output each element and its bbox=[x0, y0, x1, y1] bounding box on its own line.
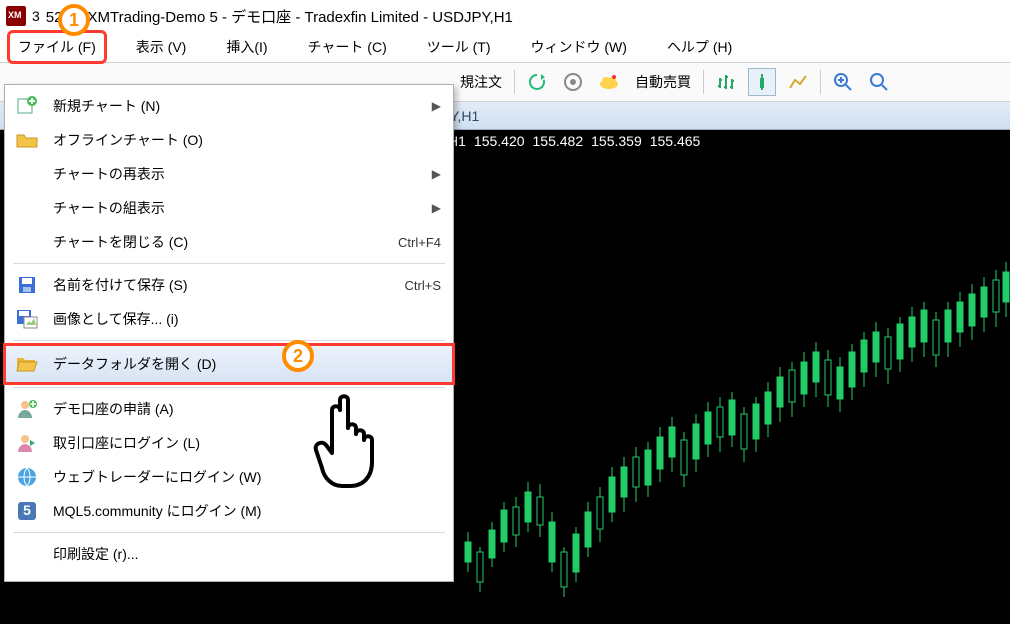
annotation-badge-2: 2 bbox=[282, 340, 314, 372]
menu-shortcut: Ctrl+S bbox=[405, 278, 441, 293]
title-prefix: 3 bbox=[32, 8, 40, 24]
menu-item-label: チャートの再表示 bbox=[53, 164, 165, 184]
menu-item-label: 取引口座にログイン (L) bbox=[53, 433, 200, 453]
hand-pointer-icon bbox=[310, 390, 390, 493]
user-login-icon bbox=[15, 431, 39, 455]
menu-item-saveas[interactable]: 名前を付けて保存 (S) Ctrl+S bbox=[5, 268, 453, 302]
menu-item-label: オフラインチャート (O) bbox=[53, 130, 203, 150]
toolbar-separator bbox=[514, 70, 515, 94]
menu-item-label: 名前を付けて保存 (S) bbox=[53, 275, 188, 295]
menu-insert[interactable]: 挿入(I) bbox=[218, 33, 275, 61]
title-text: 5273: XMTrading-Demo 5 - デモ口座 - Tradexfi… bbox=[46, 6, 513, 27]
menu-tool[interactable]: ツール (T) bbox=[419, 33, 499, 61]
menu-item-label: ウェブトレーダーにログイン (W) bbox=[53, 467, 261, 487]
toolbar-zoom-out-icon[interactable] bbox=[865, 68, 893, 96]
menu-help[interactable]: ヘルプ (H) bbox=[659, 33, 740, 61]
toolbar-zoom-in-icon[interactable] bbox=[829, 68, 857, 96]
menu-view[interactable]: 表示 (V) bbox=[128, 33, 195, 61]
toolbar-separator-2 bbox=[703, 70, 704, 94]
menu-file[interactable]: ファイル (F) bbox=[10, 33, 104, 61]
menu-item-multi[interactable]: チャートの組表示 ▶ bbox=[5, 191, 453, 225]
save-icon bbox=[15, 273, 39, 297]
title-bar: 3 5273: XMTrading-Demo 5 - デモ口座 - Tradex… bbox=[0, 0, 1010, 32]
menu-item-label: 画像として保存... (i) bbox=[53, 309, 179, 329]
toolbar-separator-3 bbox=[820, 70, 821, 94]
menu-item-offline-chart[interactable]: オフラインチャート (O) bbox=[5, 123, 453, 157]
menu-item-label: 印刷設定 (r)... bbox=[53, 544, 139, 564]
toolbar-bar-chart-icon[interactable] bbox=[712, 68, 740, 96]
menu-item-close[interactable]: チャートを閉じる (C) Ctrl+F4 bbox=[5, 225, 453, 259]
menu-divider bbox=[13, 263, 445, 264]
mql5-icon: 5 bbox=[15, 499, 39, 523]
save-image-icon bbox=[15, 307, 39, 331]
menu-chart[interactable]: チャート (C) bbox=[300, 33, 395, 61]
menu-item-label: デモ口座の申請 (A) bbox=[53, 399, 174, 419]
new-chart-icon bbox=[15, 94, 39, 118]
submenu-arrow-icon: ▶ bbox=[432, 99, 441, 113]
app-icon bbox=[6, 6, 26, 26]
menu-item-data-folder[interactable]: データフォルダを開く (D) bbox=[5, 345, 453, 383]
chart-info-open: 155.420 bbox=[474, 133, 525, 149]
menu-item-print-setup[interactable]: 印刷設定 (r)... bbox=[5, 537, 453, 571]
menubar: ファイル (F) 表示 (V) 挿入(I) チャート (C) ツール (T) ウ… bbox=[0, 32, 1010, 62]
menu-item-label: 新規チャート (N) bbox=[53, 96, 160, 116]
menu-item-label: MQL5.community にログイン (M) bbox=[53, 501, 261, 521]
chart-tab-label: Y,H1 bbox=[450, 108, 479, 124]
user-add-icon bbox=[15, 397, 39, 421]
menu-item-label: データフォルダを開く (D) bbox=[53, 354, 216, 374]
menu-item-saveimg[interactable]: 画像として保存... (i) bbox=[5, 302, 453, 336]
toolbar-cloud-icon[interactable] bbox=[595, 68, 623, 96]
chart-info-close: 155.465 bbox=[650, 133, 701, 149]
globe-icon bbox=[15, 465, 39, 489]
menu-item-mql5[interactable]: 5 MQL5.community にログイン (M) bbox=[5, 494, 453, 528]
menu-divider bbox=[13, 340, 445, 341]
folder-open-icon bbox=[15, 352, 39, 376]
toolbar-candle-icon[interactable] bbox=[748, 68, 776, 96]
toolbar-radar-icon[interactable] bbox=[559, 68, 587, 96]
toolbar-new-order[interactable]: 規注文 bbox=[456, 72, 506, 92]
svg-text:5: 5 bbox=[23, 502, 31, 518]
menu-divider bbox=[13, 532, 445, 533]
menu-item-new-chart[interactable]: 新規チャート (N) ▶ bbox=[5, 89, 453, 123]
toolbar-refresh-icon[interactable] bbox=[523, 68, 551, 96]
menu-window[interactable]: ウィンドウ (W) bbox=[523, 33, 635, 61]
menu-shortcut: Ctrl+F4 bbox=[398, 235, 441, 250]
menu-item-label: チャートを閉じる (C) bbox=[53, 232, 188, 252]
menu-item-label: チャートの組表示 bbox=[53, 198, 165, 218]
toolbar-line-chart-icon[interactable] bbox=[784, 68, 812, 96]
annotation-badge-1: 1 bbox=[58, 4, 90, 36]
chart-info-low: 155.359 bbox=[591, 133, 642, 149]
submenu-arrow-icon: ▶ bbox=[432, 167, 441, 181]
toolbar-auto-trade[interactable]: 自動売買 bbox=[631, 72, 695, 92]
folder-icon bbox=[15, 128, 39, 152]
submenu-arrow-icon: ▶ bbox=[432, 201, 441, 215]
menu-item-redisplay[interactable]: チャートの再表示 ▶ bbox=[5, 157, 453, 191]
menu-divider bbox=[13, 387, 445, 388]
file-menu-dropdown: 新規チャート (N) ▶ オフラインチャート (O) チャートの再表示 ▶ チャ… bbox=[4, 84, 454, 582]
chart-info-high: 155.482 bbox=[533, 133, 584, 149]
